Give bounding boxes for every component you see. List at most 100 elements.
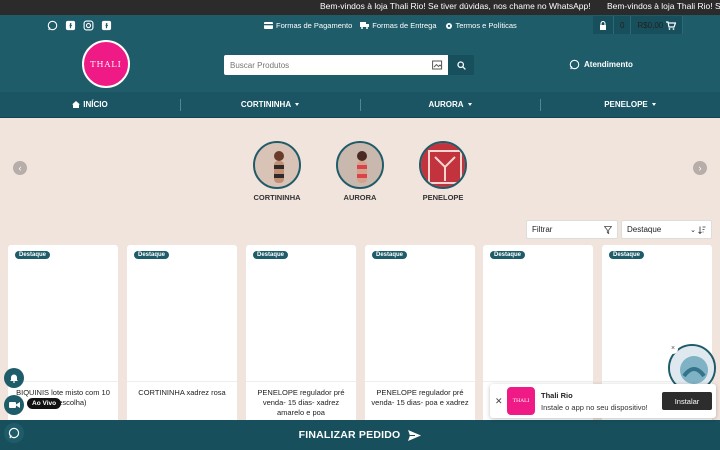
install-app-popup: ✕ THALI Thali Rio Instale o app no seu d… (490, 384, 716, 418)
category-image (336, 141, 384, 189)
live-badge: Ao Vivo (27, 398, 62, 409)
nav-item-penelope[interactable]: PENELOPE (540, 92, 720, 117)
announcement-text: Bem-vindos à loja Thali Rio! Se tiver dú… (606, 1, 720, 11)
highlight-badge: Destaque (253, 251, 289, 259)
app-logo: THALI (507, 387, 535, 415)
link-formas-entrega[interactable]: Formas de Entrega (360, 21, 437, 30)
category-label: CORTININHA (253, 193, 301, 202)
product-name: CORTININHA xadrez rosa (127, 381, 237, 398)
highlight-badge: Destaque (372, 251, 408, 259)
funnel-icon (604, 225, 612, 234)
nav-item-cortininha[interactable]: CORTININHA (180, 92, 360, 117)
product-name: PENELOPE regulador pré venda- 15 dias- p… (365, 381, 475, 408)
whatsapp-icon (569, 59, 580, 70)
whatsapp-float-button[interactable] (4, 423, 24, 443)
nav-item-label: AURORA (428, 100, 464, 109)
category-image (253, 141, 301, 189)
store-logo[interactable]: THALI (82, 40, 130, 88)
image-search-icon[interactable] (426, 55, 448, 75)
chevron-down-icon (651, 103, 656, 106)
app-name: Thali Rio (541, 391, 573, 400)
category-cortininha[interactable]: CORTININHA (252, 141, 302, 202)
category-label: AURORA (343, 193, 377, 202)
cart-count: 0 (614, 16, 632, 34)
chevron-down-icon: ⌄ (690, 226, 696, 234)
link-formas-entrega-label: Formas de Entrega (372, 21, 437, 30)
nav-item-label: PENELOPE (604, 100, 648, 109)
highlight-badge: Destaque (490, 251, 526, 259)
atendimento-link[interactable]: Atendimento (569, 59, 633, 70)
facebook-icon[interactable] (64, 19, 76, 31)
header: THALI Atendimento (0, 37, 720, 92)
search-button[interactable] (448, 55, 474, 75)
sort-icon (698, 226, 706, 234)
install-message: Instale o app no seu dispositivo! (541, 403, 648, 412)
chevron-down-icon (295, 103, 300, 106)
search-icon (456, 60, 466, 70)
announcement-bar: Bem-vindos à loja Thali Rio! Se tiver dú… (0, 0, 720, 15)
nav-item-aurora[interactable]: AURORA (360, 92, 540, 117)
product-name: BIQUINIS lote misto com 10 (sem escolha) (8, 381, 118, 408)
search-input[interactable] (224, 55, 426, 75)
truck-icon (360, 22, 370, 29)
live-video-button[interactable] (4, 395, 24, 415)
filter-button[interactable]: Filtrar (526, 220, 618, 239)
gear-icon (445, 22, 452, 29)
product-card[interactable]: Destaque BIQUINIS lote misto com 10 (sem… (8, 245, 118, 430)
install-button[interactable]: Instalar (662, 392, 712, 410)
main-nav: INÍCIO CORTININHA AURORA PENELOPE (0, 92, 720, 118)
atendimento-label: Atendimento (584, 60, 633, 69)
finalizar-pedido-button[interactable]: FINALIZAR PEDIDO (0, 420, 720, 450)
category-image (419, 141, 467, 189)
link-termos-politicas[interactable]: Termos e Políticas (445, 21, 517, 30)
announcement-text: Bem-vindos à loja Thali Rio! Se tiver dú… (320, 1, 591, 11)
link-termos-label: Termos e Políticas (455, 21, 517, 30)
logo-text: THALI (90, 59, 122, 69)
lock-icon (593, 16, 614, 34)
whatsapp-icon[interactable] (46, 19, 58, 31)
carousel-next-button[interactable]: › (693, 161, 707, 175)
info-links: Formas de Pagamento Formas de Entrega Te… (264, 21, 517, 30)
finalizar-pedido-label: FINALIZAR PEDIDO (298, 429, 401, 441)
category-aurora[interactable]: AURORA (335, 141, 385, 202)
close-icon[interactable]: × (668, 344, 678, 354)
shopping-cart-icon (666, 20, 677, 30)
highlight-badge: Destaque (134, 251, 170, 259)
app-logo-text: THALI (512, 398, 530, 404)
cart-total-wrap: R$0,00 (631, 16, 684, 34)
product-card[interactable]: Destaque PENELOPE regulador pré venda- 1… (246, 245, 356, 430)
nav-item-inicio[interactable]: INÍCIO (0, 92, 180, 117)
search-bar (224, 55, 474, 75)
chevron-right-icon: › (698, 163, 702, 173)
cart-total: R$0,00 (637, 20, 664, 30)
send-icon (408, 429, 422, 441)
nav-item-label: CORTININHA (240, 100, 292, 109)
highlight-badge: Destaque (15, 251, 51, 259)
category-penelope[interactable]: PENELOPE (418, 141, 468, 202)
sort-label: Destaque (627, 225, 662, 234)
sort-select[interactable]: Destaque ⌄ (621, 220, 712, 239)
filter-label: Filtrar (532, 225, 553, 234)
instagram-icon[interactable] (82, 19, 94, 31)
facebook-icon[interactable] (100, 19, 112, 31)
credit-card-icon (264, 22, 273, 29)
nav-item-label: INÍCIO (83, 100, 108, 109)
cart-summary[interactable]: 0 R$0,00 (593, 16, 684, 34)
chevron-left-icon: ‹ (18, 163, 22, 173)
link-formas-pagamento-label: Formas de Pagamento (276, 21, 353, 30)
video-camera-icon (8, 402, 20, 408)
chevron-down-icon (467, 103, 472, 106)
live-notification-button[interactable] (4, 368, 24, 388)
social-links (46, 19, 112, 31)
bell-icon (10, 374, 18, 383)
product-name: PENELOPE regulador pré venda- 15 dias- x… (246, 381, 356, 418)
product-card[interactable]: Destaque PENELOPE regulador pré venda- 1… (365, 245, 475, 430)
carousel-prev-button[interactable]: ‹ (13, 161, 27, 175)
link-formas-pagamento[interactable]: Formas de Pagamento (264, 21, 352, 30)
highlight-badge: Destaque (609, 251, 645, 259)
announcement-marquee: Bem-vindos à loja Thali Rio! Se tiver dú… (320, 1, 720, 11)
close-icon[interactable]: ✕ (495, 397, 503, 406)
product-card[interactable]: Destaque CORTININHA xadrez rosa (127, 245, 237, 430)
category-label: PENELOPE (422, 193, 464, 202)
whatsapp-icon (8, 427, 20, 439)
